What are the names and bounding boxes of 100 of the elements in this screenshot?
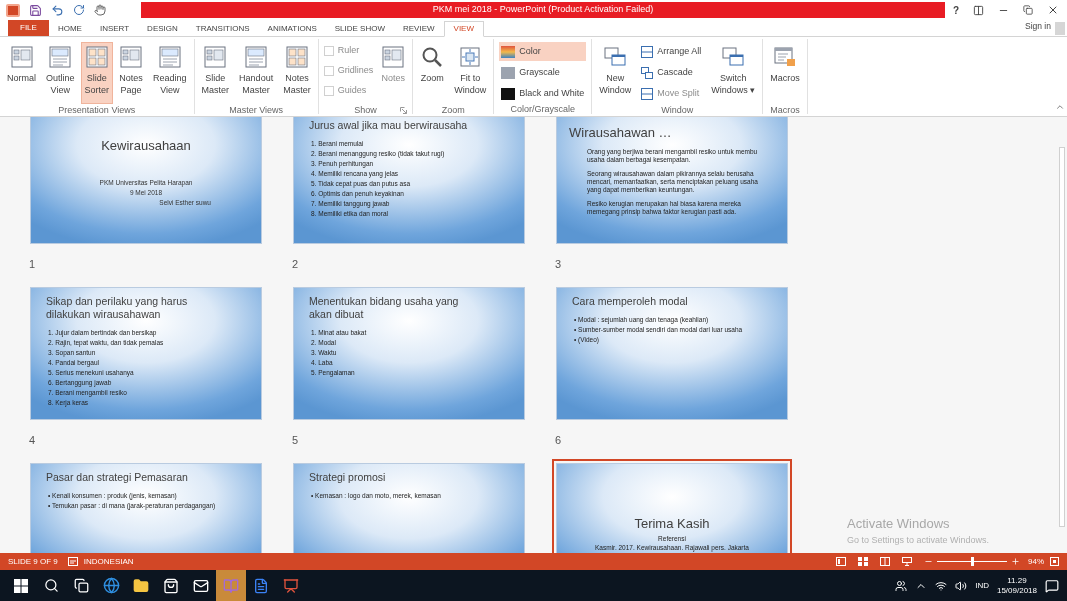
fit-slide-icon[interactable] [1050, 557, 1059, 566]
language-indicator[interactable]: INDONESIAN [83, 555, 134, 568]
ribbon-button[interactable]: Notes Page [115, 42, 148, 104]
network-icon[interactable] [935, 579, 948, 592]
slide-title: Sikap dan perilaku yang harus dilakukan wirausahawan [46, 295, 189, 321]
help-button[interactable]: ? [952, 2, 959, 18]
ribbon-tab[interactable]: SLIDE SHOW [325, 21, 394, 37]
start-icon[interactable] [14, 578, 28, 593]
slide-title: Kewirausahaan [101, 137, 191, 155]
ribbon-tab[interactable]: ANIMATIONS [258, 21, 326, 37]
group-label: Window [661, 104, 694, 117]
mail-icon[interactable] [193, 577, 209, 594]
normal-view-icon[interactable] [836, 557, 846, 566]
sign-in-link[interactable]: Sign in [1025, 20, 1051, 33]
ribbon-tab[interactable]: TRANSITIONS [186, 21, 259, 37]
ribbon-tab[interactable]: INSERT [90, 21, 139, 37]
ribbon-button[interactable]: New Window [595, 42, 636, 104]
ribbon-button[interactable]: Grayscale [499, 63, 587, 82]
notification-icon[interactable] [1045, 578, 1059, 593]
activation-text: Go to Settings to activate Windows. [847, 533, 990, 547]
layout-icon [9, 45, 34, 69]
ribbon-tab[interactable]: DESIGN [138, 21, 187, 37]
redo-icon[interactable] [73, 4, 85, 16]
slide-title: Wirausahawan … [569, 124, 673, 142]
slide-number: 2 [292, 258, 299, 270]
folder-icon[interactable] [133, 577, 149, 594]
ribbon-button[interactable]: Reading View [149, 42, 191, 104]
group-label: Color/Grayscale [510, 103, 575, 116]
windows-icon [603, 45, 628, 69]
color-swatch-icon [501, 66, 516, 79]
ribbon-display-icon[interactable] [973, 4, 984, 16]
group-label: Presentation Views [58, 104, 136, 117]
input-language[interactable]: IND [975, 579, 989, 592]
layout-icon [48, 45, 73, 69]
window-title: PKM mei 2018 - PowerPoint (Product Activation Failed) [432, 3, 654, 17]
task-view-icon[interactable] [73, 578, 89, 593]
presentation-icon[interactable] [283, 577, 299, 594]
macros-icon [773, 45, 798, 69]
ribbon-button[interactable]: Black and White [499, 84, 587, 103]
group-label: Master Views [229, 104, 284, 117]
people-icon[interactable] [895, 579, 908, 592]
color-swatch-icon [501, 45, 516, 58]
ribbon-button[interactable]: Zoom [416, 42, 449, 104]
touch-mode-icon[interactable] [94, 4, 106, 16]
ribbon-button[interactable]: Slide Sorter [80, 42, 114, 104]
file-tab[interactable]: FILE [8, 20, 49, 36]
fit-window-icon [458, 45, 483, 69]
clock[interactable]: 11.29 15/09/2018 [996, 575, 1037, 596]
slide-number: 5 [292, 434, 299, 446]
layout-icon [84, 45, 109, 69]
split-window-icon [641, 45, 654, 58]
document-icon[interactable] [253, 577, 269, 594]
dialog-launcher-icon[interactable] [400, 107, 408, 114]
ribbon-button[interactable]: Outline View [42, 42, 79, 104]
ribbon-button[interactable]: Color [499, 42, 587, 61]
ribbon-tab[interactable]: HOME [48, 21, 91, 37]
slide-title: Pasar dan strategi Pemasaran [46, 471, 189, 484]
slide-title: Terima Kasih [634, 515, 710, 533]
ribbon-button[interactable]: Notes Master [279, 42, 315, 104]
ribbon-button[interactable]: Normal [3, 42, 40, 104]
zoom-percentage[interactable]: 94% [1028, 555, 1044, 568]
layout-icon [244, 45, 269, 69]
slide-title: Cara memperoleh modal [572, 295, 689, 308]
slide-number: 3 [555, 258, 562, 270]
slideshow-icon[interactable] [902, 557, 912, 566]
split-window-icon [641, 87, 654, 100]
shopping-bag-icon[interactable] [163, 577, 179, 594]
scrollbar[interactable] [1059, 147, 1065, 527]
layout-icon [119, 45, 144, 69]
notes-icon[interactable] [67, 557, 78, 566]
zoom-slider-thumb[interactable] [971, 557, 974, 566]
layout-icon [157, 45, 182, 69]
color-swatch-icon [501, 87, 516, 100]
grid-view-icon[interactable] [858, 557, 868, 566]
ribbon-tab[interactable]: REVIEW [394, 21, 444, 37]
ribbon-button[interactable]: Fit to Window [450, 42, 491, 104]
undo-icon[interactable] [51, 3, 64, 17]
ribbon-button[interactable]: Arrange All [639, 42, 704, 61]
ribbon-button[interactable]: Slide Master [197, 42, 234, 104]
ribbon-button[interactable]: Cascade [639, 63, 704, 82]
volume-icon[interactable] [955, 579, 968, 592]
ribbon-tab[interactable]: VIEW [443, 21, 484, 37]
slide-number: 4 [29, 434, 36, 446]
windows-icon [721, 45, 746, 69]
activation-title: Activate Windows [847, 515, 951, 533]
slide-title: Menentukan bidang usaha yang akan dibuat [309, 295, 460, 321]
search-icon[interactable] [43, 578, 59, 593]
layout-icon [203, 45, 228, 69]
save-icon[interactable] [29, 3, 42, 17]
slide-number: 6 [555, 434, 562, 446]
globe-icon[interactable] [102, 577, 120, 594]
collapse-ribbon-icon[interactable] [1055, 102, 1065, 112]
restore-icon[interactable] [1023, 5, 1033, 15]
ribbon-button[interactable]: Handout Master [235, 42, 278, 104]
ribbon-button[interactable]: Macros [766, 42, 804, 104]
slide-title: Jurus awal jika mau berwirausaha [309, 119, 469, 132]
zoom-in-icon[interactable] [1011, 557, 1020, 566]
close-icon[interactable] [1047, 4, 1059, 16]
ribbon-button[interactable]: Switch Windows ▾ [707, 42, 760, 104]
book-icon[interactable] [880, 557, 890, 566]
